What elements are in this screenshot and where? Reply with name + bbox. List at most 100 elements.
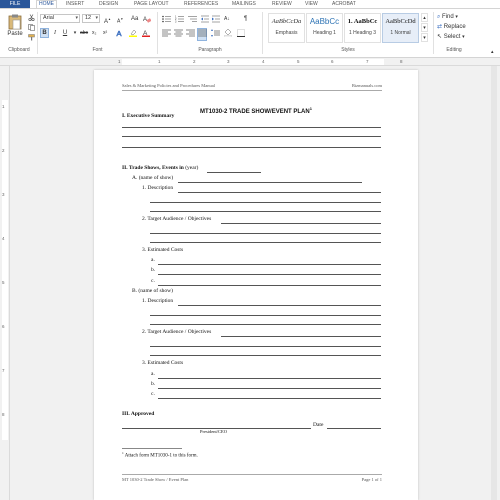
ruler-number: 4 (262, 59, 265, 64)
horizontal-ruler[interactable]: 1 1 2 3 4 5 6 7 8 (0, 58, 500, 66)
ruler-number: 3 (2, 192, 5, 197)
tab-page-layout[interactable]: PAGE LAYOUT (134, 0, 169, 8)
vertical-scrollbar[interactable] (491, 66, 497, 500)
line-spacing-icon (211, 29, 220, 37)
ruler-number: 1 (158, 59, 161, 64)
underline-dropdown[interactable]: ▾ (71, 28, 79, 38)
footnote-number: 1 (122, 451, 124, 455)
strikethrough-button[interactable]: abc (79, 28, 89, 38)
format-painter-button[interactable] (27, 33, 35, 41)
ruler-number: 6 (2, 324, 5, 329)
blank-line (122, 127, 381, 128)
font-color-icon: A (142, 30, 150, 37)
blank-line (122, 147, 381, 148)
style-heading-3[interactable]: 1. AaBbCc 1 Heading 3 (344, 13, 381, 43)
shrink-font-button[interactable]: A▼ (116, 14, 128, 27)
ruler-text-area (122, 59, 384, 65)
collapse-ribbon-button[interactable]: ▴ (490, 47, 498, 57)
date-label: Date (313, 422, 324, 428)
grow-font-button[interactable]: A▲ (103, 14, 115, 27)
show-b-label: B. (name of show) (132, 288, 173, 294)
year-label: (year) (185, 165, 199, 171)
change-case-button[interactable]: Aa (130, 14, 140, 24)
replace-button[interactable]: ⇄ Replace (436, 22, 476, 32)
show-a-costs: 3. Estimated Costs (142, 247, 184, 253)
font-color-button[interactable]: A (141, 28, 151, 41)
tab-review[interactable]: REVIEW (272, 0, 292, 8)
styles-scroll-down[interactable]: ▾ (421, 23, 428, 32)
ruler-number: 1 (118, 59, 121, 64)
tab-insert[interactable]: INSERT (66, 0, 84, 8)
blank-line (150, 211, 381, 212)
ruler-number: 2 (193, 59, 196, 64)
style-sample: 1. AaBbCc (347, 18, 378, 25)
align-right-button[interactable] (185, 28, 195, 41)
tab-references[interactable]: REFERENCES (184, 0, 218, 8)
underline-button[interactable]: U (61, 28, 69, 38)
cursor-icon: ↖ (437, 34, 443, 40)
italic-button[interactable]: I (51, 28, 59, 38)
bold-button[interactable]: B (40, 28, 49, 38)
find-label: Find (442, 14, 454, 20)
tab-acrobat[interactable]: ACROBAT (332, 0, 356, 8)
style-heading-1[interactable]: AaBbCc Heading 1 (306, 13, 343, 43)
select-button[interactable]: ↖ Select ▾ (436, 32, 476, 42)
ruler-number: 7 (2, 368, 5, 373)
vertical-ruler[interactable]: 1 2 3 4 5 6 7 8 (0, 66, 10, 500)
style-normal[interactable]: AaBbCcDd 1 Normal (382, 13, 419, 43)
style-name: Emphasis (275, 30, 298, 36)
highlight-button[interactable] (128, 28, 138, 41)
font-size-combo[interactable]: 12 ▾ (82, 14, 100, 23)
increase-indent-button[interactable] (211, 14, 220, 27)
cost-item-label: c. (151, 278, 155, 284)
show-a-description: 1. Description (142, 185, 174, 191)
decrease-indent-button[interactable] (200, 14, 209, 27)
multilevel-list-button[interactable] (187, 14, 197, 27)
footer-left: MT 1030-2 Trade Show / Event Plan (122, 477, 189, 482)
highlighter-icon (129, 29, 137, 37)
footnote: 1 Attach form MT1030-1 to this form. (122, 451, 198, 459)
tab-design[interactable]: DESIGN (99, 0, 118, 8)
paragraph-group-label: Paragraph (198, 47, 222, 53)
styles-scroll-up[interactable]: ▴ (421, 13, 428, 22)
styles-more[interactable]: ▾ (421, 33, 428, 42)
blank-line (158, 264, 381, 265)
copy-button[interactable] (27, 23, 35, 31)
style-name: 1 Heading 3 (349, 30, 376, 36)
tab-file[interactable]: FILE (0, 0, 30, 8)
copy-icon (28, 24, 35, 31)
bullets-button[interactable] (161, 14, 171, 27)
cost-item-label: c. (151, 391, 155, 397)
sort-button[interactable]: A↓ (223, 14, 232, 24)
font-name-combo[interactable]: Arial ▾ (40, 14, 80, 23)
decrease-indent-icon (201, 15, 209, 23)
align-left-button[interactable] (161, 28, 171, 41)
ruler-number: 5 (297, 59, 300, 64)
align-center-button[interactable] (173, 28, 183, 41)
tab-mailings[interactable]: MAILINGS (232, 0, 256, 8)
clear-formatting-button[interactable]: A (142, 14, 152, 27)
shading-button[interactable] (223, 28, 233, 41)
find-button[interactable]: ⌕ Find ▾ (436, 12, 476, 22)
numbered-list-icon: 123 (175, 16, 184, 24)
paste-button[interactable]: Paste (4, 12, 26, 42)
style-emphasis[interactable]: AaBbCcDa Emphasis (268, 13, 305, 43)
chevron-down-icon: ▾ (73, 30, 77, 36)
show-formatting-button[interactable]: ¶ (243, 14, 252, 24)
president-label: President/CEO (200, 429, 227, 434)
tab-view[interactable]: VIEW (305, 0, 318, 8)
svg-text:A: A (143, 17, 147, 23)
year-blank (207, 172, 261, 173)
borders-button[interactable] (236, 28, 246, 41)
text-effects-button[interactable]: A (115, 28, 125, 41)
numbering-button[interactable]: 123 (174, 14, 184, 27)
line-spacing-button[interactable] (210, 28, 220, 41)
search-icon: ⌕ (437, 14, 441, 20)
justify-button[interactable] (197, 28, 207, 41)
document-page[interactable]: Sales & Marketing Policies and Procedure… (94, 70, 418, 500)
cut-button[interactable] (27, 13, 35, 22)
subscript-button[interactable]: x₂ (91, 28, 101, 38)
ruler-number: 1 (2, 104, 5, 109)
subscript-icon: x₂ (92, 30, 97, 36)
superscript-button[interactable]: x² (102, 28, 112, 38)
